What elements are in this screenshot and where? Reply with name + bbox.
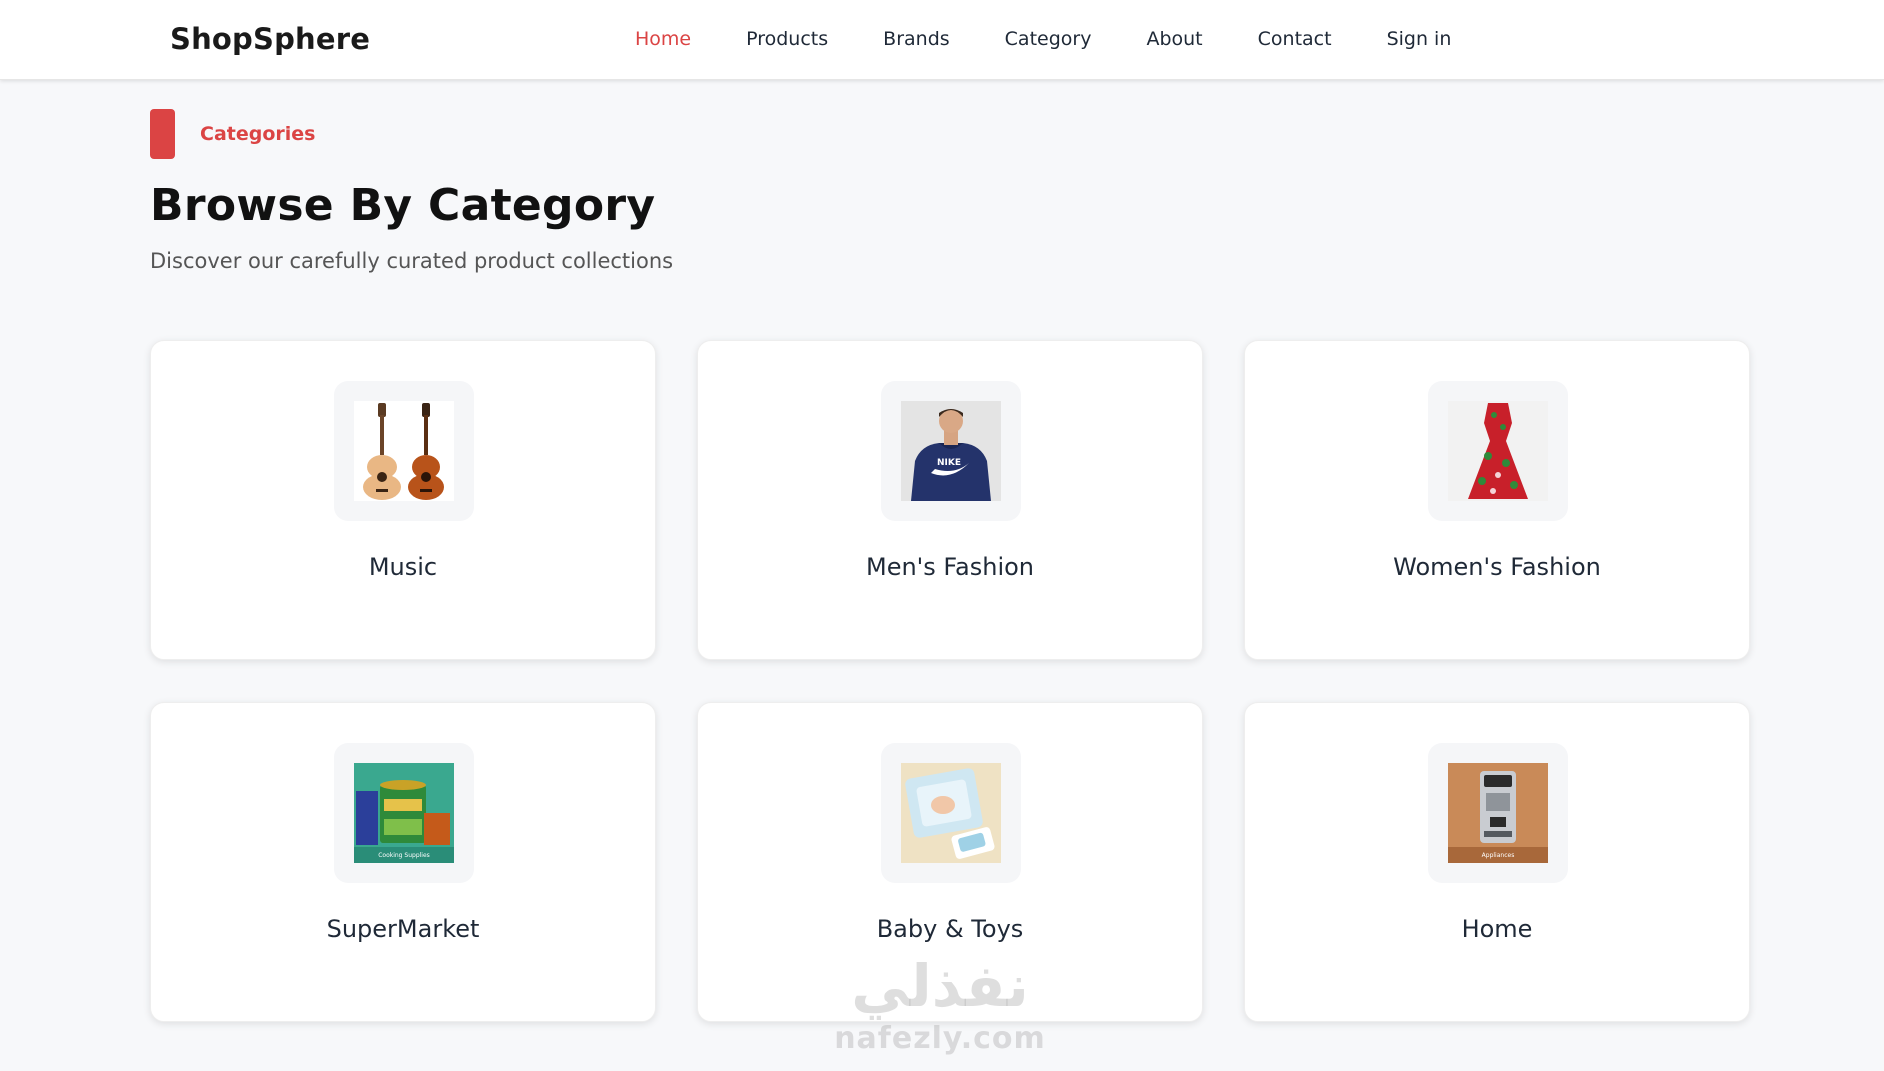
top-navbar: ShopSphere Home Products Brands Category… — [0, 0, 1884, 80]
category-card-mens-fashion[interactable]: NIKE Men's Fashion — [697, 340, 1203, 660]
section-tag-label: Categories — [200, 123, 316, 145]
section-tag-bar — [150, 109, 175, 159]
category-label: Home — [1461, 915, 1533, 943]
category-label: SuperMarket — [326, 915, 480, 943]
category-grid: Music NIKE Men's Fashion Women's Fashion… — [150, 340, 1750, 1022]
floral-dress-image — [1448, 401, 1548, 501]
category-card-home[interactable]: Appliances Home — [1244, 702, 1750, 1022]
nav-contact-link[interactable]: Contact — [1258, 28, 1332, 50]
nav-signin-link[interactable]: Sign in — [1387, 28, 1452, 50]
nav-home-link[interactable]: Home — [635, 28, 691, 50]
cooking-supplies-caption: Cooking Supplies — [378, 852, 430, 859]
category-label: Baby & Toys — [876, 915, 1024, 943]
nav-brands-link[interactable]: Brands — [883, 28, 950, 50]
category-label: Music — [368, 553, 438, 581]
nav-category-link[interactable]: Category — [1005, 28, 1092, 50]
brand-logo[interactable]: ShopSphere — [170, 22, 370, 56]
watermark-latin: nafezly.com — [834, 1021, 1046, 1056]
nav-about-link[interactable]: About — [1146, 28, 1202, 50]
svg-text:NIKE: NIKE — [937, 458, 961, 468]
category-card-baby-toys[interactable]: Baby & Toys — [697, 702, 1203, 1022]
page-subtitle: Discover our carefully curated product c… — [150, 249, 674, 273]
category-thumb: NIKE — [881, 381, 1021, 521]
coffee-machine-image: Appliances — [1448, 763, 1548, 863]
category-label: Women's Fashion — [1393, 553, 1601, 581]
page-title: Browse By Category — [150, 180, 656, 231]
category-card-supermarket[interactable]: Cooking Supplies SuperMarket — [150, 702, 656, 1022]
category-thumb — [334, 381, 474, 521]
category-thumb: Appliances — [1428, 743, 1568, 883]
category-card-music[interactable]: Music — [150, 340, 656, 660]
category-card-womens-fashion[interactable]: Women's Fashion — [1244, 340, 1750, 660]
guitars-image — [354, 401, 454, 501]
category-label: Men's Fashion — [866, 553, 1034, 581]
man-hoodie-image: NIKE — [901, 401, 1001, 501]
category-thumb — [1428, 381, 1568, 521]
nav-products-link[interactable]: Products — [746, 28, 828, 50]
section-tag: Categories — [150, 109, 315, 159]
category-thumb: Cooking Supplies — [334, 743, 474, 883]
main-nav: Home Products Brands Category About Cont… — [635, 28, 1506, 50]
baby-products-image — [901, 763, 1001, 863]
category-thumb — [881, 743, 1021, 883]
appliances-caption: Appliances — [1482, 852, 1515, 859]
cooking-supplies-image: Cooking Supplies — [354, 763, 454, 863]
